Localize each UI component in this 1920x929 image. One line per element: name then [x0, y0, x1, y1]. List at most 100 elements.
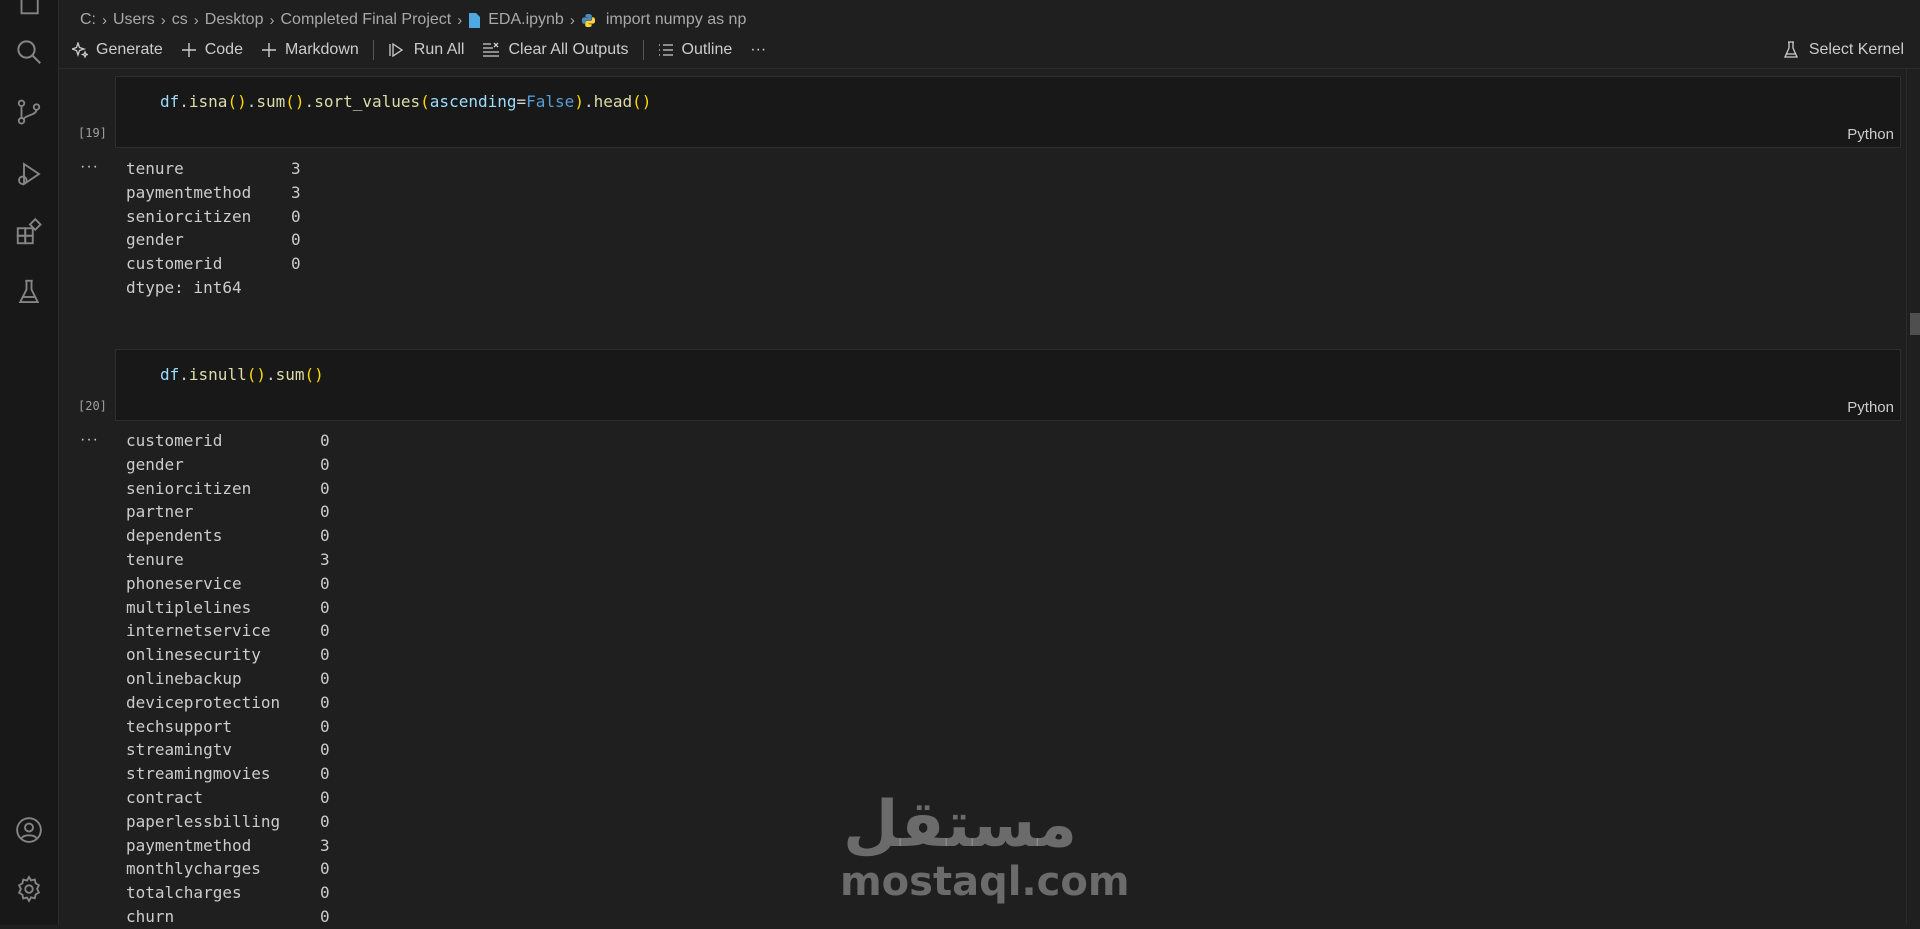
- output-value: 0: [320, 883, 330, 903]
- more-actions-button[interactable]: ···: [750, 41, 766, 59]
- output-row: deviceprotection 0: [126, 691, 330, 715]
- source-control-icon[interactable]: [13, 96, 45, 128]
- output-key: totalcharges: [126, 883, 242, 903]
- clear-all-outputs-label: Clear All Outputs: [508, 41, 629, 58]
- code-token: ): [574, 92, 584, 111]
- extensions-icon[interactable]: [13, 216, 45, 248]
- code-editor[interactable]: df.isnull().sum(): [160, 365, 324, 384]
- clear-all-outputs-button[interactable]: Clear All Outputs: [482, 41, 629, 59]
- output-key: gender: [126, 230, 184, 250]
- output-key: onlinebackup: [126, 668, 242, 688]
- breadcrumb-item-users[interactable]: Users: [113, 11, 155, 29]
- generate-label: Generate: [96, 41, 163, 58]
- output-row: paymentmethod 3: [126, 181, 301, 205]
- code-label: Code: [204, 41, 243, 58]
- add-code-cell-button[interactable]: Code: [181, 41, 243, 59]
- output-value: 0: [320, 859, 330, 879]
- explorer-icon[interactable]: [13, 0, 45, 18]
- output-value: 0: [320, 906, 330, 926]
- code-token: False: [526, 92, 575, 111]
- code-token: sum: [275, 365, 305, 384]
- run-debug-icon[interactable]: [13, 158, 45, 190]
- output-key: phoneservice: [126, 573, 242, 593]
- output-row: techsupport 0: [126, 715, 330, 739]
- output-value: 0: [291, 230, 301, 250]
- output-value: 0: [320, 454, 330, 474]
- output-row: multiplelines 0: [126, 596, 330, 620]
- add-markdown-cell-button[interactable]: Markdown: [261, 41, 359, 59]
- code-token: ): [314, 365, 324, 384]
- code-token: ): [237, 92, 247, 111]
- breadcrumb-item-desktop[interactable]: Desktop: [205, 11, 264, 29]
- code-token: (: [420, 92, 430, 111]
- output-row: seniorcitizen 0: [126, 477, 330, 501]
- output-value: 0: [291, 254, 301, 274]
- chevron-right-icon: ›: [569, 11, 575, 29]
- outline-button[interactable]: Outline: [658, 41, 732, 59]
- run-all-label: Run All: [413, 41, 465, 58]
- select-kernel-button[interactable]: Select Kernel: [1783, 36, 1904, 64]
- code-cell[interactable]: df.isnull().sum() Python: [115, 349, 1901, 421]
- plus-icon: [261, 42, 277, 58]
- watermark-latin: mostaql.com: [840, 859, 1130, 905]
- code-token: (: [632, 92, 642, 111]
- code-token: .: [583, 92, 594, 111]
- code-token: ascending: [429, 92, 517, 111]
- breadcrumb: C: › Users › cs › Desktop › Completed Fi…: [80, 8, 746, 32]
- breadcrumb-item-notebook[interactable]: EDA.ipynb: [468, 11, 564, 29]
- settings-gear-icon[interactable]: [13, 873, 45, 905]
- select-kernel-label: Select Kernel: [1808, 41, 1904, 58]
- plus-icon: [181, 42, 197, 58]
- output-key: customerid: [126, 254, 223, 274]
- breadcrumb-item-drive[interactable]: C:: [80, 11, 96, 29]
- code-token: .: [265, 365, 276, 384]
- list-icon: [658, 42, 674, 58]
- watermark-arabic: مستقل: [842, 788, 1078, 862]
- code-token: sum: [256, 92, 286, 111]
- account-icon[interactable]: [13, 814, 45, 846]
- output-actions-button[interactable]: ···: [80, 431, 99, 449]
- breadcrumb-item-cs[interactable]: cs: [172, 11, 188, 29]
- code-token: df: [160, 365, 180, 384]
- code-cell[interactable]: df.isna().sum().sort_values(ascending=Fa…: [115, 76, 1901, 148]
- scrollbar-thumb[interactable]: [1910, 313, 1920, 335]
- run-all-button[interactable]: Run All: [388, 41, 465, 59]
- cell-language-label[interactable]: Python: [1847, 399, 1894, 416]
- output-value: 0: [320, 431, 330, 450]
- code-token: sort_values: [314, 92, 421, 111]
- breadcrumb-item-cell[interactable]: import numpy as np: [581, 11, 746, 29]
- output-key: churn: [126, 906, 175, 926]
- output-value: 0: [320, 787, 330, 807]
- output-actions-button[interactable]: ···: [80, 158, 99, 176]
- code-token: head: [593, 92, 633, 111]
- output-key: monthlycharges: [126, 859, 261, 879]
- generate-button[interactable]: Generate: [72, 41, 163, 59]
- vertical-scrollbar[interactable]: [1906, 69, 1920, 925]
- sparkle-icon: [72, 42, 88, 58]
- output-value: 0: [320, 764, 330, 784]
- output-key: paperlessbilling: [126, 811, 281, 831]
- output-row: contract 0: [126, 786, 330, 810]
- output-value: 0: [320, 716, 330, 736]
- output-value: 0: [320, 526, 330, 546]
- output-row: paymentmethod 3: [126, 834, 330, 858]
- output-row: partner 0: [126, 500, 330, 524]
- output-value: 0: [320, 645, 330, 665]
- output-row: streamingtv 0: [126, 738, 330, 762]
- code-token: =: [516, 92, 527, 111]
- search-icon[interactable]: [13, 36, 45, 68]
- output-row: tenure 3: [126, 157, 301, 181]
- activity-bar: [0, 0, 59, 925]
- chevron-right-icon: ›: [102, 11, 107, 29]
- chevron-right-icon: ›: [269, 11, 275, 29]
- testing-icon[interactable]: [13, 276, 45, 308]
- output-row: customerid 0: [126, 252, 301, 276]
- output-row: onlinesecurity 0: [126, 643, 330, 667]
- code-token: (: [285, 92, 295, 111]
- breadcrumb-item-project[interactable]: Completed Final Project: [280, 11, 451, 29]
- cell-language-label[interactable]: Python: [1847, 126, 1894, 143]
- output-value: 0: [320, 740, 330, 760]
- more-label: ···: [750, 41, 767, 58]
- code-editor[interactable]: df.isna().sum().sort_values(ascending=Fa…: [160, 92, 651, 111]
- code-token: isnull: [188, 365, 247, 384]
